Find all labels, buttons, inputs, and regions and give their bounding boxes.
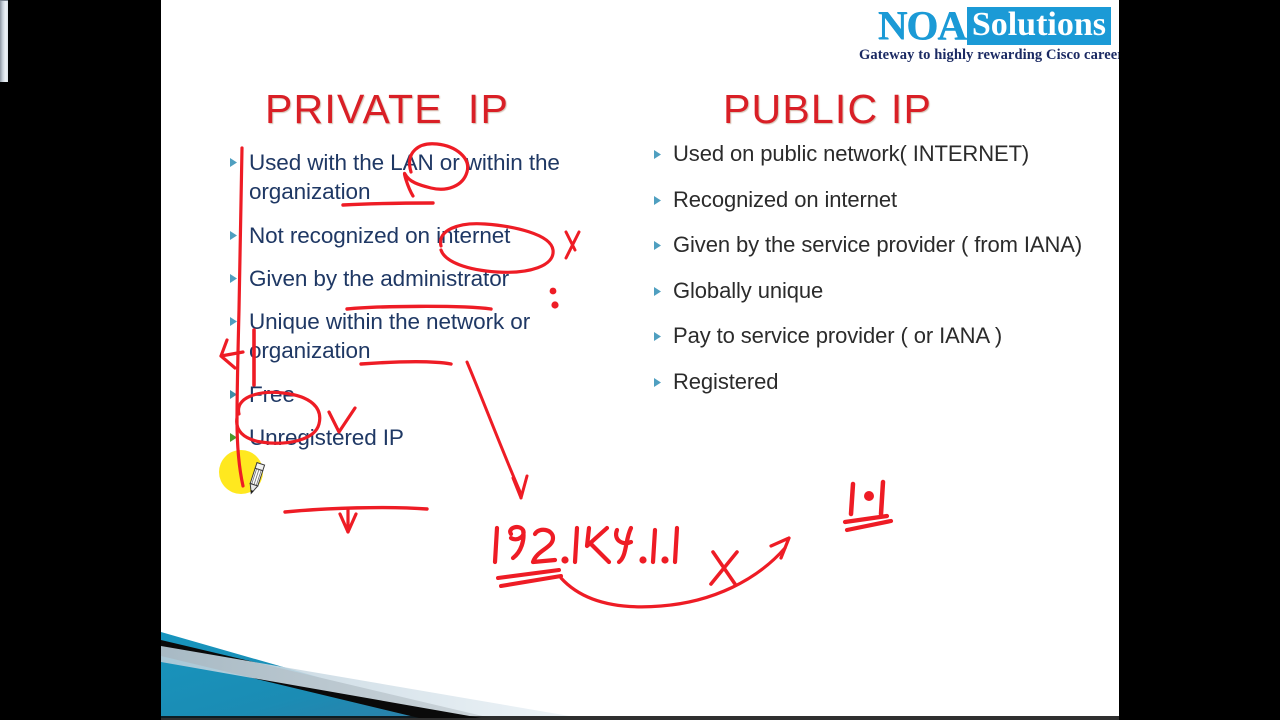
bullet-triangle-icon (229, 158, 238, 167)
heading-public-ip: PUBLIC IP (723, 86, 933, 132)
list-item-label: Not recognized on internet (249, 222, 511, 248)
curved-arrowhead (769, 536, 791, 560)
bullet-triangle-icon (229, 389, 238, 399)
private-ip-bullet-list: Used with the LAN or within the organiza… (229, 148, 589, 466)
list-item: Recognized on internet (653, 186, 1083, 215)
underline-unregistered-mark (283, 505, 429, 514)
list-item-label: Free (249, 381, 295, 407)
list-item: Used with the LAN or within the organiza… (229, 148, 589, 207)
bullet-triangle-icon (653, 286, 662, 296)
public-ip-bullet-list: Used on public network( INTERNET) Recogn… (653, 140, 1083, 414)
list-item: Not recognized on internet (229, 221, 589, 250)
heading-private-ip: PRIVATE IP (265, 86, 510, 132)
curved-arrow-to-public (559, 546, 787, 609)
underline-ip-double-2 (499, 574, 563, 588)
list-item-label: Globally unique (673, 277, 824, 303)
underline-ip-double-1 (496, 568, 561, 580)
handwritten-mark-group (842, 479, 894, 533)
corner-baseline (161, 716, 1119, 720)
logo-noa-text: NOA (877, 2, 967, 48)
list-item-label: Given by the service provider ( from IAN… (673, 232, 1083, 258)
list-item: Used on public network( INTERNET) (653, 140, 1083, 169)
list-item-label: Unregistered IP (249, 424, 404, 450)
corner-dark-wedge (161, 640, 491, 718)
bullet-triangle-icon (653, 150, 662, 159)
list-item: Registered (653, 368, 1083, 397)
list-item-label: Pay to service provider ( or IANA ) (673, 323, 1003, 349)
bullet-triangle-icon (653, 241, 662, 251)
list-item: Given by the administrator (229, 264, 589, 293)
handwritten-ip-text (492, 524, 680, 565)
bullet-triangle-icon (229, 273, 238, 283)
diagonal-arrowhead (511, 474, 529, 500)
list-item: Free (229, 380, 589, 409)
screen: NOA Solutions Gateway to highly rewardin… (0, 0, 1280, 720)
list-item-label: Used on public network( INTERNET) (673, 141, 1030, 166)
logo-solutions-text: Solutions (966, 7, 1111, 45)
noa-solutions-logo: NOA Solutions Gateway to highly rewardin… (859, 2, 1119, 64)
list-item: Unique within the network or organizatio… (229, 307, 589, 366)
x-cross-mark (709, 550, 739, 586)
bullet-triangle-icon (653, 377, 662, 387)
slide-corner-decoration (161, 632, 1119, 720)
down-arrowhead-unregistered (338, 512, 358, 534)
list-item-label: Recognized on internet (673, 186, 898, 212)
logo-tagline: Gateway to highly rewarding Cisco career (859, 46, 1119, 63)
list-item: Pay to service provider ( or IANA ) (653, 322, 1083, 351)
bullet-triangle-icon (653, 332, 662, 342)
left-edge-scrollbar[interactable] (0, 0, 8, 82)
list-item: Unregistered IP (229, 423, 589, 452)
presentation-slide: NOA Solutions Gateway to highly rewardin… (161, 0, 1119, 720)
list-item: Globally unique (653, 277, 1083, 306)
logo-wordmark: NOA Solutions (859, 2, 1111, 48)
bullet-triangle-icon (653, 195, 662, 205)
bullet-triangle-icon (229, 432, 238, 442)
list-item-label: Unique within the network or organizatio… (249, 309, 531, 364)
corner-pale-wedge (161, 646, 581, 718)
pen-cursor-icon (249, 462, 266, 495)
bullet-triangle-icon (229, 317, 238, 326)
list-item-label: Given by the administrator (249, 265, 510, 291)
list-item-label: Registered (673, 368, 779, 394)
list-item: Given by the service provider ( from IAN… (653, 231, 1083, 260)
list-item-label: Used with the LAN or within the organiza… (249, 150, 560, 205)
corner-teal-wedge (161, 632, 461, 718)
bullet-triangle-icon (229, 230, 238, 240)
